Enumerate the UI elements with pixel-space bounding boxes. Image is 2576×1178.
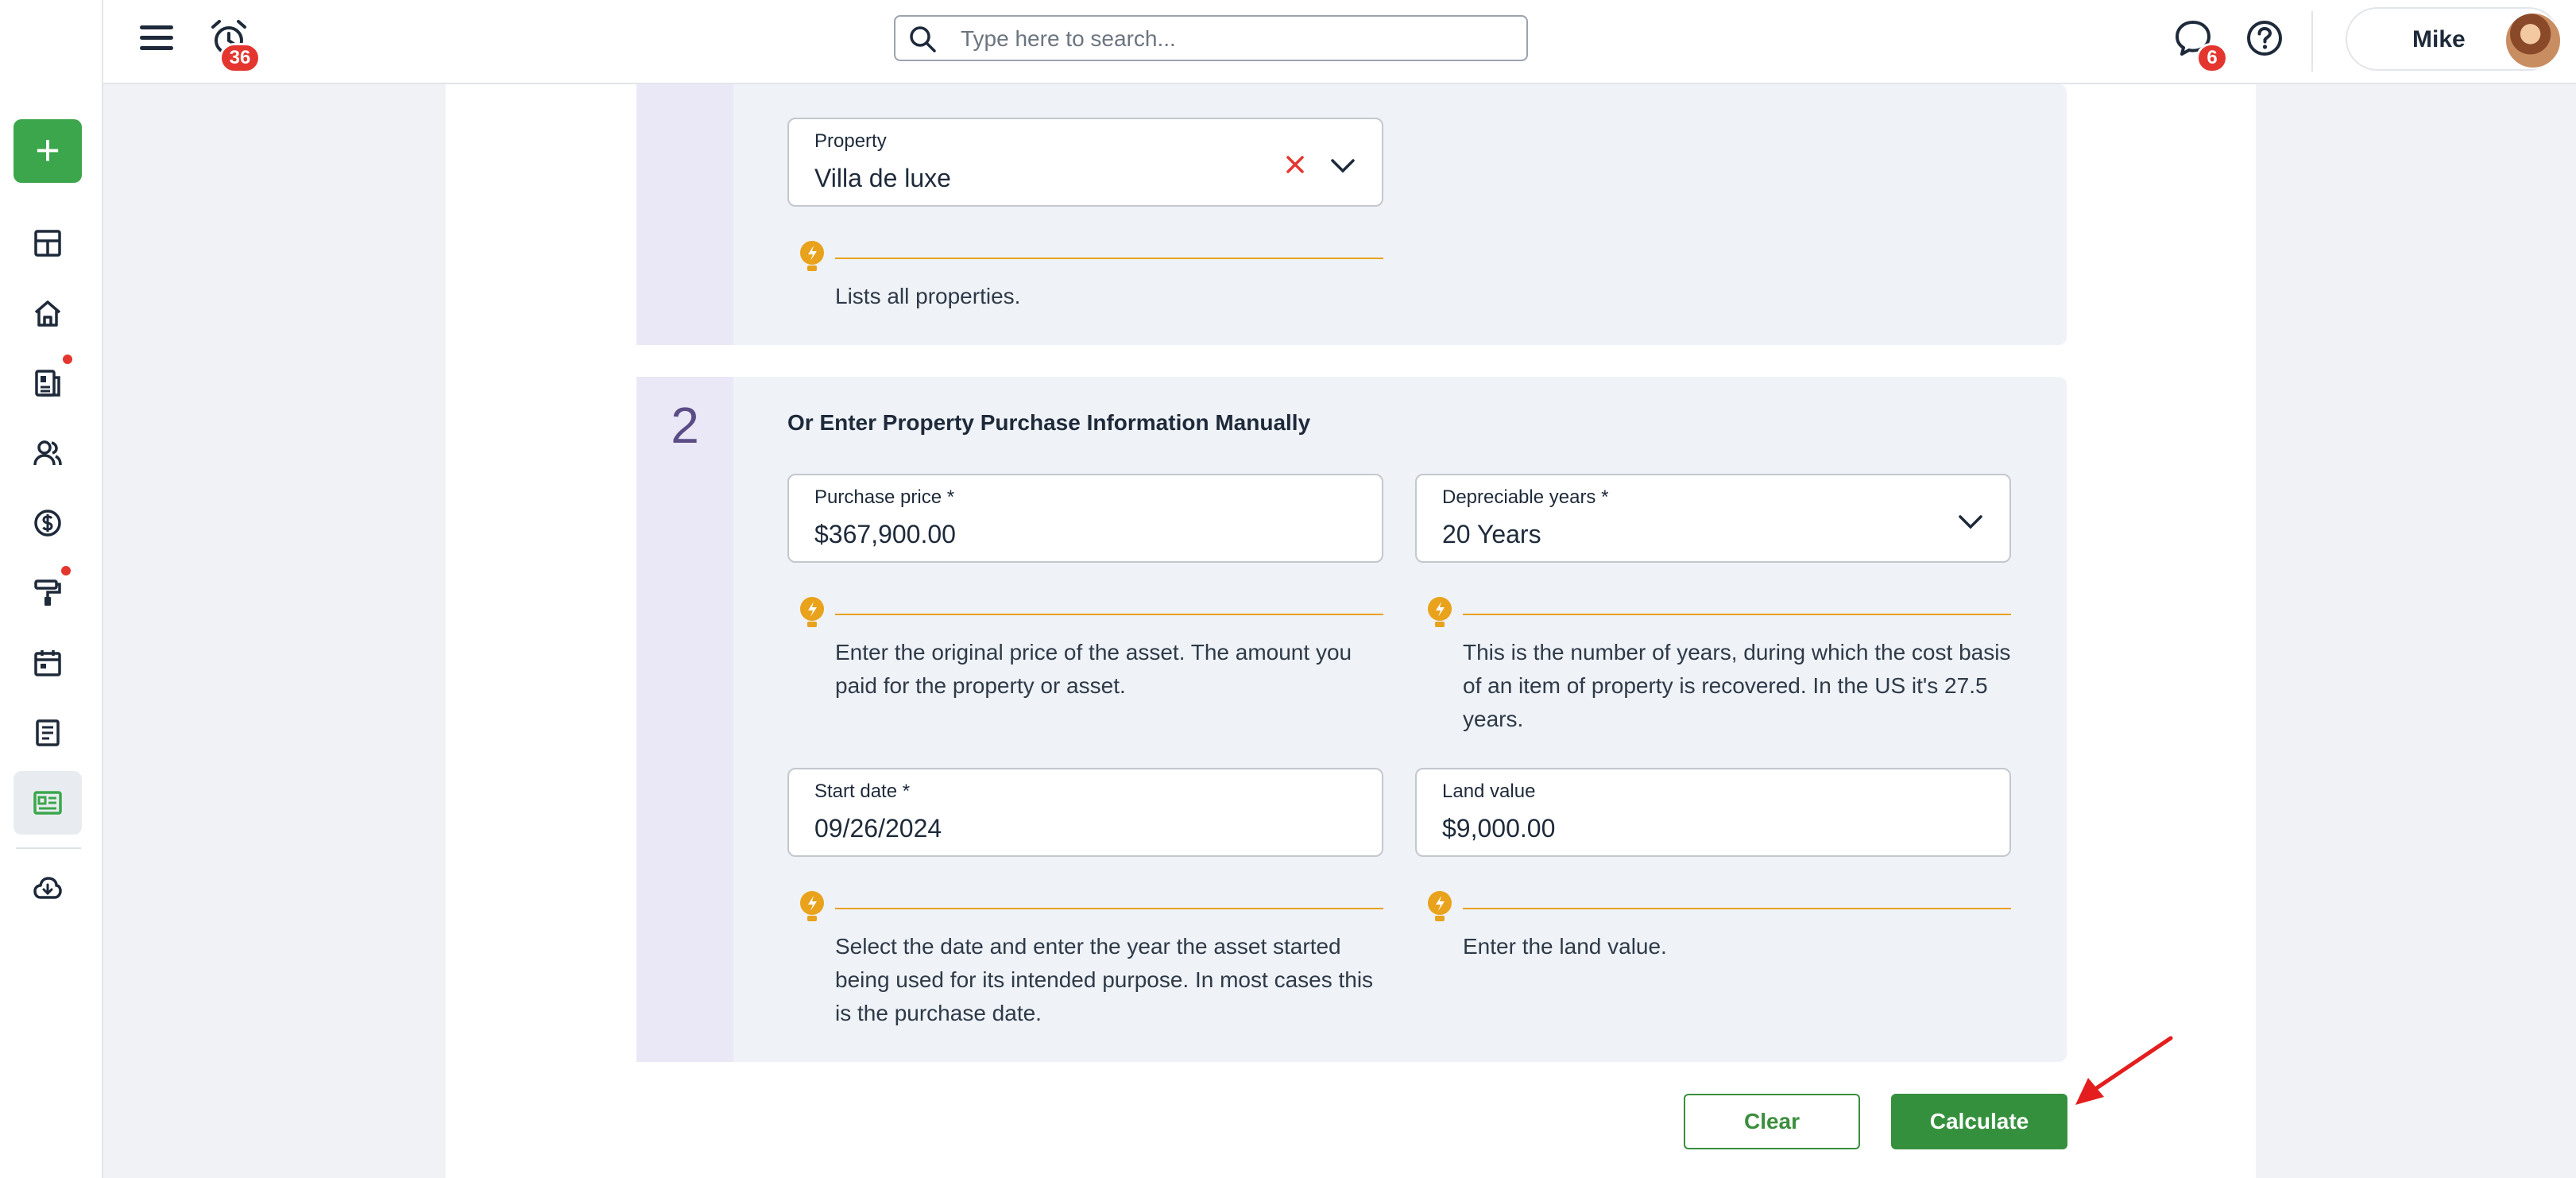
section-rail: [636, 84, 733, 345]
header-divider: [2311, 11, 2313, 72]
logo-area: [0, 0, 103, 84]
calendar-icon: [34, 650, 61, 676]
chevron-down-icon[interactable]: [1328, 151, 1358, 181]
purchase-price-hint: Enter the original price of the asset. T…: [835, 640, 1352, 698]
sidebar-divider: [16, 847, 81, 849]
property-select[interactable]: Property Villa de luxe: [787, 118, 1383, 207]
search-input[interactable]: [959, 23, 1510, 55]
search-bar[interactable]: [894, 15, 1528, 61]
paint-roller-icon: [34, 579, 61, 606]
field-value: 20 Years: [1442, 520, 1541, 548]
section-rail: [636, 377, 733, 1062]
sidebar-item-dashboard[interactable]: [14, 211, 82, 275]
annotation-arrow-icon: [2075, 1036, 2173, 1105]
dollar-icon: [34, 510, 61, 537]
user-menu[interactable]: Mike: [2346, 7, 2562, 71]
calculate-button[interactable]: Calculate: [1891, 1094, 2067, 1149]
sidebar-item-depreciation[interactable]: [14, 771, 82, 835]
start-date-hint: Select the date and enter the year the a…: [835, 934, 1374, 1025]
purchase-price-field[interactable]: Purchase price * $367,900.00: [787, 474, 1383, 563]
sidebar-item-calendar[interactable]: [14, 631, 82, 695]
hint-divider: [835, 258, 1383, 259]
chat-icon[interactable]: 6: [2172, 17, 2228, 73]
field-label: Property: [814, 130, 887, 152]
field-value: $367,900.00: [814, 520, 956, 548]
documents-icon: [35, 370, 60, 397]
lightbulb-icon: [800, 597, 824, 627]
hint-divider: [1463, 908, 2011, 909]
sidebar-item-accounting[interactable]: [14, 491, 82, 555]
start-date-field[interactable]: Start date * 09/26/2024: [787, 768, 1383, 857]
chevron-down-icon[interactable]: [1955, 507, 1986, 537]
sidebar-item-documents[interactable]: [14, 351, 82, 415]
sidebar-item-download[interactable]: [14, 857, 82, 920]
menu-icon[interactable]: [140, 21, 173, 54]
alarm-bell-icon[interactable]: 36: [208, 17, 261, 73]
cloud-download-icon: [33, 877, 62, 899]
land-value-field[interactable]: Land value $9,000.00: [1415, 768, 2011, 857]
field-label: Purchase price *: [814, 486, 955, 508]
sidebar-item-maintenance[interactable]: [14, 561, 82, 625]
add-new-button[interactable]: +: [14, 119, 82, 183]
sidebar-item-contacts[interactable]: [14, 421, 82, 485]
help-icon[interactable]: [2245, 19, 2284, 57]
field-value: 09/26/2024: [814, 814, 942, 843]
field-label: Depreciable years *: [1442, 486, 1609, 508]
section-manual-entry: 2 Or Enter Property Purchase Information…: [636, 377, 2067, 1062]
sidebar-item-notes[interactable]: [14, 701, 82, 765]
field-value: Villa de luxe: [814, 164, 951, 192]
property-hint: Lists all properties.: [835, 284, 1021, 308]
lightbulb-icon: [800, 241, 824, 271]
field-label: Land value: [1442, 781, 1536, 802]
lightbulb-icon: [800, 891, 824, 921]
avatar[interactable]: [2504, 12, 2562, 69]
field-label: Start date *: [814, 781, 911, 802]
home-icon: [34, 300, 61, 327]
clear-button[interactable]: Clear: [1684, 1094, 1860, 1149]
dashboard-icon: [34, 230, 61, 257]
lightbulb-icon: [1428, 597, 1452, 627]
depreciable-years-select[interactable]: Depreciable years * 20 Years: [1415, 474, 2011, 563]
clear-selection-icon[interactable]: [1283, 153, 1307, 176]
sidebar-item-properties[interactable]: [14, 281, 82, 345]
chat-count-badge: 6: [2196, 43, 2228, 73]
hint-divider: [835, 908, 1383, 909]
main-content: 1 Property Villa de luxe Lists all prope…: [446, 33, 2256, 1178]
calculator-card-icon: [33, 791, 62, 815]
notes-icon: [36, 719, 60, 746]
contacts-icon: [33, 440, 62, 466]
search-icon: [910, 26, 936, 52]
section-property-select: 1 Property Villa de luxe Lists all prope…: [636, 33, 2067, 345]
alarm-count-badge: 36: [219, 43, 261, 73]
notification-dot: [63, 355, 72, 364]
section-title: Or Enter Property Purchase Information M…: [787, 410, 1311, 435]
land-value-hint: Enter the land value.: [1463, 934, 1667, 959]
field-value: $9,000.00: [1442, 814, 1556, 843]
depreciable-years-hint: This is the number of years, during whic…: [1463, 640, 2011, 731]
sidebar: +: [0, 84, 103, 1178]
user-name: Mike: [2412, 26, 2466, 52]
section-number: 2: [671, 397, 699, 454]
top-bar: 36 6 Mike: [0, 0, 2576, 84]
hint-divider: [1463, 614, 2011, 615]
notification-dot: [61, 566, 71, 575]
lightbulb-icon: [1428, 891, 1452, 921]
hint-divider: [835, 614, 1383, 615]
